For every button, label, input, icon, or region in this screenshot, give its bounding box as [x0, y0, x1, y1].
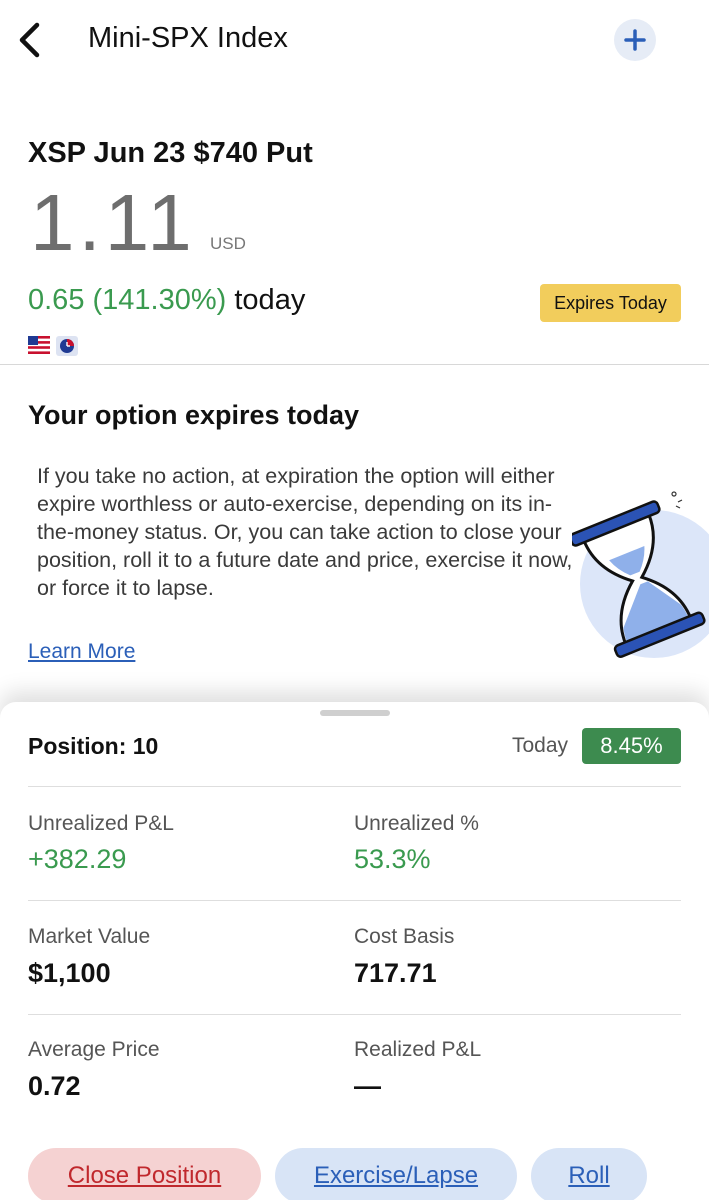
change-value: 0.65 (141.30%): [28, 284, 227, 316]
change-suffix: today: [234, 284, 306, 316]
exercise-lapse-button[interactable]: Exercise/Lapse: [275, 1148, 517, 1200]
realized-pl-value: —: [354, 1071, 381, 1101]
position-quantity: Position: 10: [28, 733, 159, 759]
currency-label: USD: [210, 234, 246, 253]
expiry-notice-title: Your option expires today: [28, 400, 360, 430]
unrealized-pct-value: 53.3%: [354, 844, 431, 874]
expires-today-badge: Expires Today: [540, 284, 681, 322]
cost-basis-value: 717.71: [354, 958, 437, 988]
section-divider: [0, 364, 709, 365]
today-change-badge: 8.45%: [582, 728, 681, 764]
contract-name: XSP Jun 23 $740 Put: [28, 137, 313, 169]
close-position-button[interactable]: Close Position: [28, 1148, 261, 1200]
realized-pl-label: Realized P&L: [354, 1038, 482, 1061]
page-title: Mini-SPX Index: [88, 22, 288, 54]
plus-icon: [624, 29, 646, 51]
divider: [28, 900, 681, 901]
divider: [28, 786, 681, 787]
roll-button[interactable]: Roll: [531, 1148, 647, 1200]
app-header: Mini-SPX Index: [0, 0, 709, 80]
learn-more-link[interactable]: Learn More: [28, 640, 135, 664]
market-hours-chip: [56, 336, 78, 356]
average-price-value: 0.72: [28, 1071, 81, 1101]
market-value-value: $1,100: [28, 958, 111, 988]
sheet-drag-handle[interactable]: [320, 710, 390, 716]
daily-change: 0.65 (141.30%) today: [28, 284, 305, 317]
unrealized-pl-value: +382.29: [28, 844, 127, 874]
divider: [28, 1014, 681, 1015]
today-label: Today: [512, 734, 569, 757]
market-value-label: Market Value: [28, 925, 151, 948]
cost-basis-label: Cost Basis: [354, 925, 455, 948]
back-button[interactable]: [12, 20, 46, 60]
clock-icon: [60, 339, 74, 353]
unrealized-pl-label: Unrealized P&L: [28, 812, 174, 835]
add-button[interactable]: [614, 19, 656, 61]
average-price-label: Average Price: [28, 1038, 160, 1061]
us-flag-icon: [28, 336, 50, 354]
expiry-notice-body: If you take no action, at expiration the…: [37, 464, 573, 600]
unrealized-pct-label: Unrealized %: [354, 812, 479, 835]
chevron-left-icon: [19, 22, 40, 58]
hourglass-icon: [572, 491, 709, 658]
last-price: 1.11: [30, 178, 196, 267]
position-sheet: Position: 10 Today 8.45% Unrealized P&L …: [0, 702, 709, 1200]
